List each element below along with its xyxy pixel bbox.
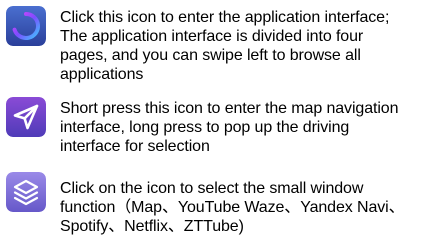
description-line: The application interface is divided int… [60,28,364,45]
description-line: interface for selection [60,138,210,155]
description-line: Click this icon to enter the application… [60,9,390,26]
description-line: interface, long press to pop up the driv… [60,119,350,136]
description-line: Spotify、Netflix、ZTTube) [60,218,244,235]
description-line: Click on the icon to select the small wi… [60,180,364,197]
app-launcher-description: Click this icon to enter the application… [60,8,436,84]
layers-icon[interactable] [6,172,46,212]
description-line: pages, and you can swipe left to browse … [60,47,361,64]
description-line: Short press this icon to enter the map n… [60,100,399,117]
small-window-description: Click on the icon to select the small wi… [60,179,436,236]
navigation-description: Short press this icon to enter the map n… [60,99,436,156]
app-launcher-icon[interactable] [6,6,46,46]
navigation-arrow-icon[interactable] [6,97,46,137]
description-line: applications [60,66,144,83]
description-line: function（Map、YouTube Waze、Yandex Navi、 [60,199,405,216]
